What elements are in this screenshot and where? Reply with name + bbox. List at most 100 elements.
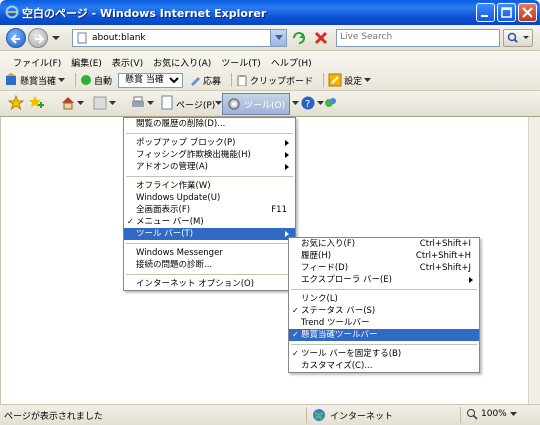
- menu-item-label: ステータス バー(S): [301, 306, 376, 316]
- menu-item[interactable]: ツール バー(T): [124, 228, 295, 240]
- status-divider: [306, 407, 307, 423]
- address-toolbar: about:blank: [0, 25, 540, 51]
- menu-separator: [126, 243, 293, 244]
- recent-pages-dropdown-icon[interactable]: [52, 34, 60, 42]
- chevron-down-icon[interactable]: [215, 101, 222, 106]
- page-menu-icon[interactable]: [159, 95, 175, 111]
- menu-item[interactable]: Windows Update(U): [124, 192, 295, 204]
- menu-separator: [291, 344, 477, 345]
- menu-item[interactable]: ✓ ステータス バー(S): [289, 305, 479, 317]
- menu-item[interactable]: お気に入り(F) Ctrl+Shift+I: [289, 238, 479, 250]
- menu-help[interactable]: ヘルプ(H): [266, 54, 317, 71]
- menu-item[interactable]: 閲覧の履歴の削除(D)...: [124, 118, 295, 130]
- address-bar[interactable]: about:blank: [72, 29, 287, 47]
- title-bar: 空白のページ - Windows Internet Explorer: [0, 0, 540, 25]
- menu-item-label: Trend ツールバー: [301, 318, 370, 328]
- search-input[interactable]: [340, 32, 495, 42]
- feeds-icon[interactable]: [92, 95, 108, 111]
- menu-item[interactable]: Trend ツールバー: [289, 317, 479, 329]
- settings-label: 設定: [344, 76, 363, 87]
- keyword-select[interactable]: 懸賞 当確: [118, 72, 184, 88]
- chevron-down-icon: [509, 411, 517, 416]
- checkmark-icon: ✓: [127, 217, 134, 226]
- address-value: about:blank: [92, 33, 146, 43]
- help-icon[interactable]: ?: [300, 95, 316, 111]
- svg-text:?: ?: [305, 99, 310, 110]
- menu-item[interactable]: エクスプローラ バー(E): [289, 274, 479, 286]
- menu-item[interactable]: アドオンの管理(A): [124, 161, 295, 173]
- menu-item[interactable]: 全画面表示(F) F11: [124, 204, 295, 216]
- menu-file[interactable]: ファイル(F): [8, 54, 66, 71]
- menu-item[interactable]: Windows Messenger: [124, 247, 295, 259]
- clipboard-button[interactable]: クリップボード: [236, 74, 313, 87]
- menu-item[interactable]: インターネット オプション(O): [124, 278, 295, 290]
- menu-item-label: ツール バー(T): [136, 229, 194, 239]
- menu-item-label: エクスプローラ バー(E): [301, 275, 392, 285]
- print-icon[interactable]: [130, 95, 146, 111]
- keyword-select-wrap: 懸賞 当確: [118, 72, 184, 88]
- maximize-button[interactable]: [497, 3, 516, 22]
- status-text: ページが表示されました: [4, 412, 103, 422]
- kensho-brand-button[interactable]: 懸賞当確: [4, 73, 66, 87]
- menu-edit[interactable]: 編集(E): [66, 54, 107, 71]
- chevron-down-icon[interactable]: [109, 101, 116, 106]
- refresh-icon[interactable]: [290, 29, 308, 47]
- menu-tools[interactable]: ツール(T): [216, 54, 266, 71]
- forward-arrow-icon: [35, 34, 45, 44]
- toolbars-submenu: お気に入り(F) Ctrl+Shift+I 履歴(H) Ctrl+Shift+H フィー…: [288, 237, 480, 373]
- home-icon[interactable]: [60, 95, 76, 111]
- address-dropdown-button[interactable]: [270, 30, 286, 46]
- close-icon: [522, 7, 533, 18]
- settings-button[interactable]: 設定: [328, 73, 372, 87]
- auto-label: 自動: [94, 76, 113, 87]
- chevron-down-icon[interactable]: [292, 101, 299, 106]
- menu-item[interactable]: オフライン作業(W): [124, 180, 295, 192]
- menu-separator: [126, 133, 293, 134]
- menu-item[interactable]: ✓ メニュー バー(M): [124, 216, 295, 228]
- menu-item-label: ポップアップ ブロック(P): [136, 138, 236, 148]
- menu-item-label: フィード(D): [301, 263, 349, 273]
- research-icon[interactable]: [322, 95, 338, 111]
- menu-item[interactable]: ✓ ツール バーを固定する(B): [289, 348, 479, 360]
- back-button[interactable]: [6, 28, 26, 48]
- menu-item-label: カスタマイズ(C)...: [301, 361, 373, 371]
- search-field[interactable]: [336, 29, 500, 47]
- menu-item[interactable]: 履歴(H) Ctrl+Shift+H: [289, 250, 479, 262]
- tools-menu-button[interactable]: ツール(O): [222, 93, 290, 115]
- checkmark-icon: ✓: [292, 306, 299, 315]
- search-button[interactable]: [503, 29, 533, 47]
- menu-item[interactable]: リンク(L): [289, 293, 479, 305]
- menu-separator: [126, 274, 293, 275]
- menu-items: ファイル(F) 編集(E) 表示(V) お気に入り(A) ツール(T) ヘルプ(…: [8, 54, 317, 71]
- security-zone[interactable]: インターネット: [312, 408, 393, 422]
- menu-item[interactable]: フィード(D) Ctrl+Shift+J: [289, 262, 479, 274]
- auto-button[interactable]: 自動: [80, 74, 112, 87]
- minimize-button[interactable]: [476, 3, 495, 22]
- chevron-down-icon[interactable]: [77, 101, 84, 106]
- menu-item[interactable]: カスタマイズ(C)...: [289, 360, 479, 372]
- menu-item[interactable]: フィッシング詐欺検出機能(H): [124, 149, 295, 161]
- apply-button[interactable]: 応募: [189, 74, 221, 87]
- submenu-arrow-icon: [285, 140, 289, 146]
- menu-item-label: Windows Update(U): [136, 193, 221, 203]
- favorites-star-icon[interactable]: [8, 95, 24, 111]
- menu-item[interactable]: ✓ 懸賞当確ツールバー: [289, 329, 479, 341]
- menu-separator: [126, 176, 293, 177]
- menu-item[interactable]: ポップアップ ブロック(P): [124, 137, 295, 149]
- forward-button[interactable]: [28, 28, 48, 48]
- menu-view[interactable]: 表示(V): [107, 54, 148, 71]
- add-favorites-icon[interactable]: [28, 95, 44, 111]
- zoom-control[interactable]: 100%: [466, 408, 517, 420]
- settings-icon: [328, 73, 342, 87]
- menu-favorites[interactable]: お気に入り(A): [148, 54, 216, 71]
- menu-item-label: 履歴(H): [301, 251, 332, 261]
- page-icon: [77, 32, 87, 44]
- vertical-scrollbar[interactable]: [528, 117, 540, 404]
- page-menu-label[interactable]: ページ(P): [176, 98, 215, 111]
- gear-icon: [228, 98, 240, 110]
- chevron-down-icon[interactable]: [147, 101, 154, 106]
- close-button[interactable]: [518, 3, 537, 22]
- menu-item[interactable]: 接続の問題の診断...: [124, 259, 295, 271]
- menu-item-label: オフライン作業(W): [136, 181, 211, 191]
- stop-icon[interactable]: [312, 29, 330, 47]
